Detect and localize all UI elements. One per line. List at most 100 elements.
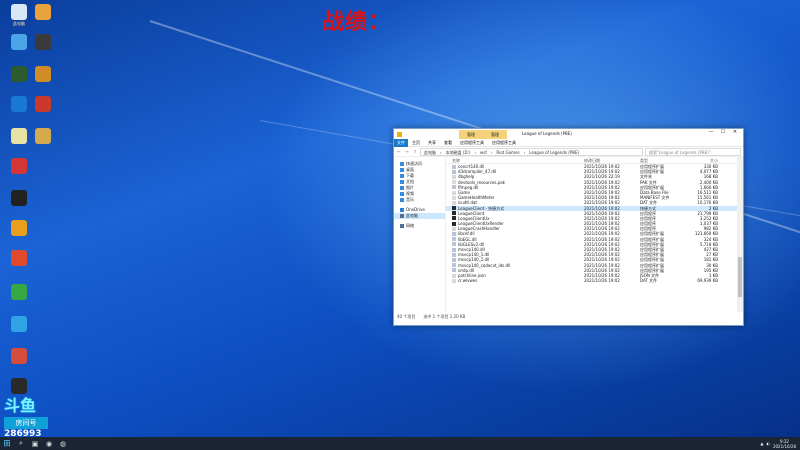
nav-item[interactable]: 网络 — [394, 223, 445, 229]
file-name: cr.wlvwes — [446, 278, 584, 283]
volume-icon[interactable]: ◐ — [766, 441, 770, 446]
nav-item[interactable]: 此电脑 — [394, 213, 445, 219]
clock[interactable]: 9:32 2021/10/28 — [773, 439, 796, 449]
desktop-icon[interactable] — [4, 316, 34, 333]
file-icon — [452, 206, 456, 211]
breadcrumb[interactable]: 此电脑 › 本地磁盘 (D:) › wsf › Riot Games › League … — [420, 147, 643, 156]
ribbon-tab-home[interactable]: 主页 — [408, 140, 424, 146]
app-icon — [35, 34, 51, 50]
taskbar-app-icon[interactable]: ◉ — [42, 437, 56, 450]
ribbon-tab-apptools[interactable]: 应用程序工具 — [456, 140, 488, 146]
file-icon — [452, 257, 456, 262]
app-icon — [11, 284, 27, 300]
scrollbar[interactable] — [737, 157, 743, 312]
file-icon — [452, 232, 456, 237]
tool-tab[interactable]: 管理 管理 — [459, 130, 507, 139]
file-icon — [452, 278, 456, 283]
taskbar-app-icon[interactable]: ◍ — [56, 437, 70, 450]
app-icon — [35, 66, 51, 82]
scrollbar-thumb[interactable] — [738, 257, 742, 297]
back-icon[interactable]: ← — [396, 149, 402, 154]
file-icon — [452, 216, 456, 221]
search-input[interactable]: 搜索"League of Legends (PBE)" — [645, 147, 741, 156]
close-icon[interactable]: ✕ — [729, 129, 741, 135]
file-icon — [452, 164, 456, 169]
taskbar-app-icon[interactable]: ⌕ — [14, 437, 28, 450]
overlay-text: 战绩： — [322, 10, 392, 35]
app-icon — [11, 348, 27, 364]
desktop-icon[interactable] — [4, 348, 34, 365]
maximize-icon[interactable]: ☐ — [717, 129, 729, 135]
desktop-icon[interactable] — [4, 250, 34, 267]
breadcrumb-item[interactable]: Riot Games — [496, 149, 519, 155]
nav-item-label: 网络 — [406, 223, 414, 228]
desktop-icon[interactable] — [4, 190, 34, 207]
file-icon — [452, 242, 456, 247]
ribbon-tab-view[interactable]: 查看 — [440, 140, 456, 146]
forward-icon[interactable]: → — [404, 149, 410, 154]
app-icon — [11, 190, 27, 206]
file-icon — [452, 200, 456, 205]
address-bar: ← → ↑ 此电脑 › 本地磁盘 (D:) › wsf › Riot Games › L… — [394, 147, 743, 157]
file-explorer-window[interactable]: 管理 管理 League of Legends (PBE) — ☐ ✕ 文件 主… — [393, 128, 744, 326]
desktop-icon-label: 此电脑 — [13, 21, 25, 26]
ribbon-tab-file[interactable]: 文件 — [394, 138, 408, 147]
desktop-icon[interactable] — [28, 128, 58, 145]
nav-item-icon — [400, 168, 404, 172]
desktop-icon[interactable] — [28, 4, 58, 21]
file-icon — [452, 174, 456, 179]
app-icon — [11, 66, 27, 82]
desktop-icon[interactable] — [28, 96, 58, 113]
breadcrumb-item[interactable]: 此电脑 — [424, 149, 436, 155]
column-type[interactable]: 类型 — [640, 157, 682, 163]
nav-item-icon — [400, 180, 404, 184]
item-count: 40 个项目 — [397, 314, 416, 319]
app-icon — [11, 220, 27, 236]
nav-item-icon — [400, 174, 404, 178]
system-tray: ▲ ◐ 9:32 2021/10/28 — [760, 437, 796, 450]
desktop-icon[interactable] — [4, 158, 34, 175]
column-name[interactable]: 名称 — [446, 157, 584, 163]
nav-item[interactable]: 音乐 — [394, 197, 445, 203]
app-icon — [35, 128, 51, 144]
desktop-icon[interactable] — [28, 34, 58, 51]
desktop-icon[interactable] — [4, 284, 34, 301]
title-bar[interactable]: 管理 管理 League of Legends (PBE) — ☐ ✕ — [394, 129, 743, 139]
room-label: 房间号 — [4, 417, 48, 429]
app-icon — [11, 96, 27, 112]
windows-start-icon[interactable]: ⊞ — [0, 437, 14, 450]
network-icon[interactable]: ▲ — [760, 441, 763, 446]
selection-info: 选中 1 个项目 1.20 KB — [423, 314, 466, 319]
breadcrumb-item[interactable]: League of Legends (PBE) — [529, 149, 579, 155]
desktop-icon[interactable] — [4, 220, 34, 237]
minimize-icon[interactable]: — — [705, 129, 717, 135]
file-icon — [452, 226, 456, 231]
nav-item-icon — [400, 208, 404, 212]
app-icon — [11, 316, 27, 332]
file-icon — [452, 221, 456, 226]
taskbar-app-icon[interactable]: ▣ — [28, 437, 42, 450]
desktop-icon[interactable] — [28, 66, 58, 83]
tool-tab-label[interactable]: 管理 — [491, 132, 499, 138]
tool-tab-label[interactable]: 管理 — [467, 132, 475, 138]
file-row[interactable]: cr.wlvwes 2021/10/26 19:02 DAT 文件 69,939 KB — [446, 278, 743, 283]
file-icon — [452, 247, 456, 252]
breadcrumb-item[interactable]: wsf — [480, 149, 487, 155]
file-icon — [452, 252, 456, 257]
file-icon — [452, 273, 456, 278]
nav-item-label: 此电脑 — [406, 213, 418, 218]
ribbon-tab-share[interactable]: 共享 — [424, 140, 440, 146]
breadcrumb-item[interactable]: 本地磁盘 (D:) — [446, 149, 471, 155]
nav-item-icon — [400, 162, 404, 166]
stream-badge: 斗鱼 房间号 286993 — [4, 392, 56, 439]
file-icon — [452, 190, 456, 195]
column-size[interactable]: 大小 — [682, 157, 722, 163]
up-icon[interactable]: ↑ — [412, 149, 418, 154]
ribbon-tab-apptools[interactable]: 应用程序工具 — [488, 140, 520, 146]
file-size: 69,939 KB — [697, 278, 718, 284]
folder-icon — [397, 131, 402, 137]
column-headers: 名称 修改日期 类型 大小 — [446, 157, 743, 164]
app-icon — [35, 96, 51, 112]
column-date[interactable]: 修改日期 — [584, 157, 640, 163]
file-icon — [452, 263, 456, 268]
